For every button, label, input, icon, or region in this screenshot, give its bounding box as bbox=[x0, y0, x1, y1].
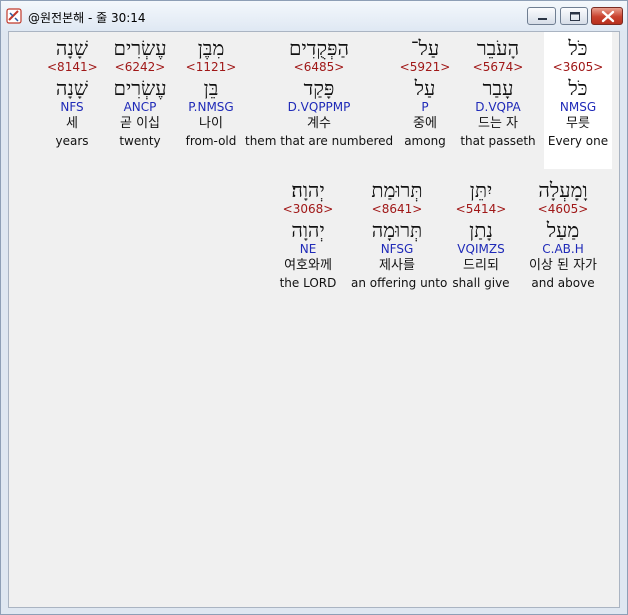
lemma: עֶשְׂרִים bbox=[113, 76, 167, 100]
word-cell[interactable]: מִבֶּן <1121> בֵּן P.NMSG 나이 from-old bbox=[180, 36, 242, 149]
hebrew-word: עַל־ bbox=[410, 36, 440, 60]
morphology-code: D.VQPPMP bbox=[287, 100, 351, 114]
morphology-code: NFS bbox=[60, 100, 84, 114]
word-cell[interactable]: הַפְּקֻדִים <6485> פָּקַד D.VQPPMP 계수 th… bbox=[245, 36, 393, 149]
korean-gloss: 이상 된 자가 bbox=[528, 258, 598, 273]
hebrew-word: מִבֶּן bbox=[197, 36, 225, 60]
lemma: יְהוָה bbox=[291, 218, 325, 242]
korean-gloss: 드리되 bbox=[463, 258, 499, 273]
morphology-code: NMSG bbox=[559, 100, 597, 114]
interlinear-view[interactable]: כֹּל <3605> כֹּל NMSG 무릇 Every one הָעֹב… bbox=[8, 31, 620, 608]
hebrew-word: שָׁנָה bbox=[55, 36, 89, 60]
word-cell[interactable]: עַל־ <5921> עַל P 중에 among bbox=[398, 36, 452, 149]
maximize-icon bbox=[570, 12, 580, 21]
lemma: עַל bbox=[414, 76, 436, 100]
english-gloss: years bbox=[55, 134, 89, 148]
lemma: נָתַן bbox=[469, 218, 493, 242]
lemma: פָּקַד bbox=[303, 76, 335, 100]
lemma: עָבַר bbox=[482, 76, 514, 100]
lemma: כֹּל bbox=[568, 76, 588, 100]
morphology-code: NE bbox=[299, 242, 317, 256]
morphology-code: VQIMZS bbox=[457, 242, 505, 256]
morphology-code: P bbox=[421, 100, 429, 114]
english-gloss: the LORD bbox=[279, 276, 337, 290]
korean-gloss: 제사를 bbox=[379, 258, 415, 273]
english-gloss: among bbox=[404, 134, 446, 148]
hebrew-word: כֹּל bbox=[568, 36, 588, 60]
hebrew-word: יְהוָה׃ bbox=[291, 178, 325, 202]
english-gloss: twenty bbox=[119, 134, 161, 148]
hebrew-word: תְּרוּמַת bbox=[371, 178, 423, 202]
morphology-code: ANCP bbox=[123, 100, 157, 114]
hebrew-word: הַפְּקֻדִים bbox=[288, 36, 350, 60]
english-gloss: from-old bbox=[185, 134, 237, 148]
window-title: @원전본해 - 줄 30:14 bbox=[28, 11, 146, 25]
word-cell[interactable]: יְהוָה׃ <3068> יְהוָה NE 여호와께 the LORD bbox=[275, 178, 341, 291]
strong-number[interactable]: <3068> bbox=[275, 202, 341, 216]
word-cell[interactable]: יִתֵּן <5414> נָתַן VQIMZS 드리되 shall giv… bbox=[451, 178, 511, 291]
lemma: תְּרוּמָה bbox=[371, 218, 423, 242]
english-gloss: that passeth bbox=[460, 134, 536, 148]
strong-number[interactable]: <5921> bbox=[398, 60, 452, 74]
strong-number[interactable]: <8141> bbox=[47, 60, 98, 74]
word-cell[interactable]: עֶשְׂרִים <6242> עֶשְׂרִים ANCP 곧 이십 twe… bbox=[105, 36, 175, 149]
lemma: שָׁנָה bbox=[55, 76, 89, 100]
word-cell[interactable]: תְּרוּמַת <8641> תְּרוּמָה NFSG 제사를 an o… bbox=[351, 178, 448, 291]
hebrew-word: עֶשְׂרִים bbox=[113, 36, 167, 60]
english-gloss: shall give bbox=[452, 276, 510, 290]
close-button[interactable] bbox=[591, 7, 623, 25]
maximize-button[interactable] bbox=[560, 7, 588, 25]
hebrew-word: יִתֵּן bbox=[469, 178, 493, 202]
title-bar[interactable]: @원전본해 - 줄 30:14 bbox=[1, 1, 627, 31]
lemma: בֵּן bbox=[203, 76, 219, 100]
korean-gloss: 곧 이십 bbox=[119, 116, 160, 131]
strong-number[interactable]: <8641> bbox=[351, 202, 443, 216]
korean-gloss: 나이 bbox=[199, 116, 223, 131]
hebrew-word: וָמָעְלָה bbox=[538, 178, 588, 202]
strong-number[interactable]: <4605> bbox=[515, 202, 611, 216]
word-cell[interactable]: וָמָעְלָה <4605> מַעַל C.AB.H 이상 된 자가 an… bbox=[515, 178, 611, 291]
word-cell[interactable]: כֹּל <3605> כֹּל NMSG 무릇 Every one bbox=[546, 36, 610, 149]
strong-number[interactable]: <1121> bbox=[180, 60, 242, 74]
korean-gloss: 중에 bbox=[413, 116, 437, 131]
strong-number[interactable]: <6485> bbox=[245, 60, 393, 74]
english-gloss: and above bbox=[531, 276, 595, 290]
korean-gloss: 무릇 bbox=[566, 116, 590, 131]
strong-number[interactable]: <6242> bbox=[105, 60, 175, 74]
korean-gloss: 계수 bbox=[307, 116, 331, 131]
korean-gloss: 세 bbox=[66, 116, 78, 131]
korean-gloss: 드는 자 bbox=[477, 116, 518, 131]
strong-number[interactable]: <5674> bbox=[458, 60, 538, 74]
english-gloss: Every one bbox=[547, 134, 609, 148]
app-icon bbox=[6, 8, 22, 24]
strong-number[interactable]: <3605> bbox=[546, 60, 610, 74]
lemma: מַעַל bbox=[546, 218, 580, 242]
hebrew-word: הָעֹבֵר bbox=[476, 36, 520, 60]
morphology-code: NFSG bbox=[380, 242, 414, 256]
strong-number[interactable]: <5414> bbox=[451, 202, 511, 216]
morphology-code: C.AB.H bbox=[542, 242, 584, 256]
korean-gloss: 여호와께 bbox=[284, 258, 332, 273]
english-gloss: an offering unto bbox=[351, 276, 448, 290]
english-gloss: them that are numbered bbox=[245, 134, 394, 148]
minimize-icon bbox=[538, 18, 547, 20]
morphology-code: D.VQPA bbox=[475, 100, 521, 114]
close-icon bbox=[601, 10, 615, 23]
minimize-button[interactable] bbox=[527, 7, 556, 25]
word-cell[interactable]: שָׁנָה <8141> שָׁנָה NFS 세 years bbox=[47, 36, 98, 149]
word-cell[interactable]: הָעֹבֵר <5674> עָבַר D.VQPA 드는 자 that pa… bbox=[458, 36, 538, 149]
app-window: @원전본해 - 줄 30:14 כֹּל <3605> כֹּל NMSG 무릇… bbox=[0, 0, 628, 615]
morphology-code: P.NMSG bbox=[188, 100, 234, 114]
